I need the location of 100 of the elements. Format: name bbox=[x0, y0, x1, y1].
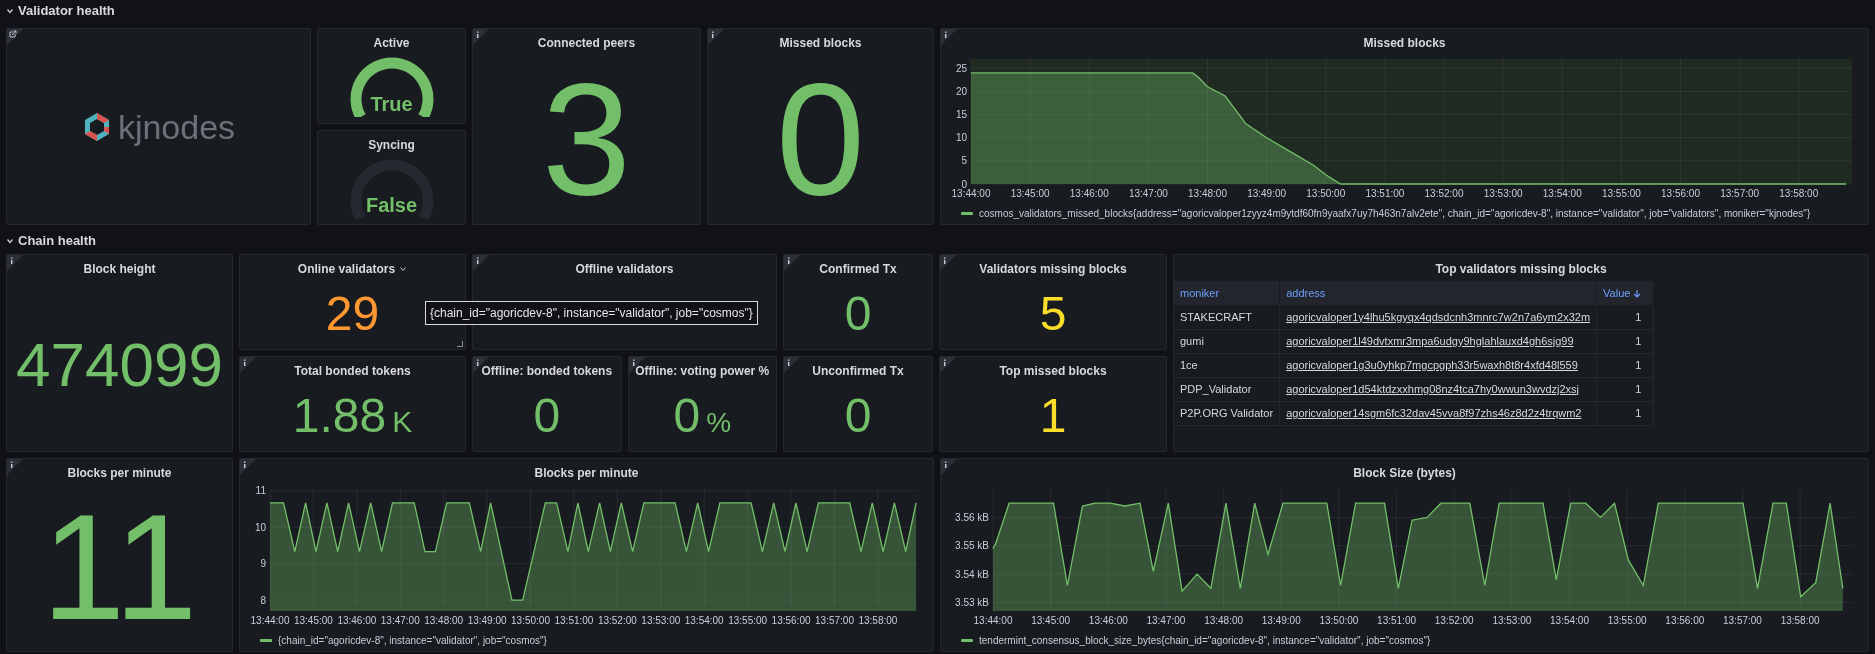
panel-title: Offline: voting power % bbox=[635, 363, 770, 380]
x-tick-label: 13:51:00 bbox=[1377, 615, 1417, 626]
x-tick-label: 13:56:00 bbox=[1665, 615, 1705, 626]
legend-label[interactable]: tendermint_consensus_block_size_bytes{chain_id="agoricdev-8", instance="validator", job="cosmos"} bbox=[979, 632, 1431, 648]
table-cell: PDP_Validator bbox=[1174, 377, 1280, 401]
panel-title: Missed blocks bbox=[1363, 35, 1446, 52]
x-tick-label: 13:52:00 bbox=[1424, 188, 1464, 199]
legend-swatch bbox=[260, 638, 272, 642]
x-tick-label: 13:54:00 bbox=[1550, 615, 1589, 626]
x-tick-label: 13:45:00 bbox=[1031, 615, 1071, 626]
section-title[interactable]: Validator health bbox=[18, 1, 115, 21]
y-tick-label: 8 bbox=[260, 594, 266, 606]
y-tick-label: 0 bbox=[961, 178, 967, 190]
x-tick-label: 13:52:00 bbox=[1434, 615, 1474, 626]
y-tick-label: 10 bbox=[254, 521, 266, 533]
x-tick-label: 13:51:00 bbox=[554, 615, 594, 626]
stat-unit: % bbox=[706, 409, 732, 437]
table-cell: P2P.ORG Validator bbox=[1174, 401, 1280, 425]
x-tick-label: 13:56:00 bbox=[771, 615, 811, 626]
y-tick-label: 3.54 kB bbox=[955, 568, 989, 580]
x-tick-label: 13:58:00 bbox=[858, 615, 898, 626]
stat-value: 1 bbox=[1039, 392, 1067, 440]
x-tick-label: 13:54:00 bbox=[684, 615, 724, 626]
x-tick-label: 13:51:00 bbox=[1365, 188, 1405, 199]
x-tick-label: 13:53:00 bbox=[1492, 615, 1532, 626]
stat-value: 0 bbox=[844, 290, 872, 338]
chevron-icon[interactable] bbox=[6, 237, 14, 245]
stat-value: 5 bbox=[1039, 290, 1067, 338]
section-title[interactable]: Chain health bbox=[18, 231, 96, 251]
x-tick-label: 13:53:00 bbox=[1483, 188, 1523, 199]
x-tick-label: 13:50:00 bbox=[1306, 188, 1346, 199]
x-tick-label: 13:49:00 bbox=[467, 615, 507, 626]
stat-value: 0 bbox=[844, 392, 872, 440]
stat-value: 0 bbox=[533, 392, 561, 440]
chevron-icon[interactable] bbox=[6, 7, 14, 15]
tooltip: {chain_id="agoricdev-8", instance="validator", job="cosmos"} bbox=[425, 301, 758, 325]
x-tick-label: 13:47:00 bbox=[1146, 615, 1186, 626]
table-cell: 1ce bbox=[1174, 353, 1280, 377]
column-header[interactable]: Value bbox=[1596, 281, 1654, 305]
x-tick-label: 13:47:00 bbox=[1128, 188, 1168, 199]
legend-swatch bbox=[961, 638, 973, 642]
x-tick-label: 13:47:00 bbox=[380, 615, 420, 626]
x-tick-label: 13:48:00 bbox=[1204, 615, 1244, 626]
gauge-value: False bbox=[365, 193, 418, 218]
x-tick-label: 13:54:00 bbox=[1542, 188, 1582, 199]
x-tick-label: 13:46:00 bbox=[337, 615, 377, 626]
x-tick-label: 13:53:00 bbox=[641, 615, 681, 626]
y-tick-label: 5 bbox=[961, 155, 967, 167]
address-link[interactable]: agoricvaloper1g3u0yhkp7mgcpgph33r5waxh8t8r4xfd48l559 bbox=[1279, 353, 1597, 377]
y-tick-label: 20 bbox=[955, 85, 967, 97]
x-tick-label: 13:58:00 bbox=[1780, 615, 1820, 626]
x-tick-label: 13:55:00 bbox=[1601, 188, 1641, 199]
y-tick-label: 11 bbox=[255, 485, 266, 497]
table-cell: 1 bbox=[1596, 377, 1654, 401]
panel-title: Top missed blocks bbox=[999, 363, 1107, 380]
y-tick-label: 25 bbox=[955, 62, 967, 74]
table-cell: gumi bbox=[1174, 329, 1280, 353]
panel-title: Missed blocks bbox=[779, 35, 862, 52]
panel-title: Online validators bbox=[297, 261, 396, 278]
address-link[interactable]: agoricvaloper14sgm6fc32dav45vva8f97zhs46z8d2z4trqwm2 bbox=[1279, 401, 1597, 425]
table-cell: 1 bbox=[1596, 329, 1654, 353]
panel-title: Block Size (bytes) bbox=[1353, 465, 1456, 482]
column-header[interactable]: address bbox=[1279, 281, 1597, 305]
panel-title: Offline validators bbox=[575, 261, 674, 278]
x-tick-label: 13:49:00 bbox=[1247, 188, 1287, 199]
address-link[interactable]: agoricvaloper1d54ktdzxxhmg08nz4tca7hy0wwun3wvdzj2xsj bbox=[1279, 377, 1597, 401]
x-tick-label: 13:45:00 bbox=[293, 615, 333, 626]
y-tick-label: 9 bbox=[260, 558, 266, 570]
y-tick-label: 15 bbox=[955, 109, 967, 121]
stat-value: 3 bbox=[542, 58, 631, 219]
y-tick-label: 3.53 kB bbox=[955, 597, 989, 608]
panel-title: Offline: bonded tokens bbox=[481, 363, 613, 380]
panel-title: Confirmed Tx bbox=[819, 261, 897, 278]
x-tick-label: 13:50:00 bbox=[511, 615, 550, 626]
resize-handle-icon[interactable] bbox=[457, 341, 463, 347]
x-tick-label: 13:57:00 bbox=[815, 615, 854, 626]
panel-title: Total bonded tokens bbox=[294, 363, 411, 380]
legend-label[interactable]: cosmos_validators_missed_blocks{address="agoricvaloper1zyyz4m9ytdf60fn9yaafx7uy7h463n7alv2ete", chain_id="agoricdev-8", instance="validator", job="validators", moniker="kjnodes"} bbox=[979, 205, 1811, 221]
x-tick-label: 13:55:00 bbox=[728, 615, 768, 626]
panel-title: Block height bbox=[83, 261, 156, 278]
address-link[interactable]: agoricvaloper1y4lhu5kgyqx4qdsdcnh3mnrc7w2n7a6ym2x32m bbox=[1279, 305, 1597, 329]
x-tick-label: 13:48:00 bbox=[1188, 188, 1227, 199]
panel-title: Active bbox=[373, 35, 410, 52]
x-tick-label: 13:46:00 bbox=[1088, 615, 1128, 626]
stat-unit: K bbox=[392, 407, 413, 437]
column-header[interactable]: moniker bbox=[1174, 281, 1280, 305]
x-tick-label: 13:49:00 bbox=[1261, 615, 1301, 626]
panel-title: Top validators missing blocks bbox=[1435, 261, 1607, 278]
panel-title: Validators missing blocks bbox=[979, 261, 1127, 278]
gauge-value: True bbox=[370, 91, 413, 117]
panel-title: Unconfirmed Tx bbox=[812, 363, 904, 380]
x-tick-label: 13:48:00 bbox=[424, 615, 464, 626]
panel-title: Connected peers bbox=[537, 35, 636, 52]
caret-icon[interactable] bbox=[399, 265, 408, 273]
x-tick-label: 13:44:00 bbox=[951, 188, 991, 199]
legend-label[interactable]: {chain_id="agoricdev-8", instance="validator", job="cosmos"} bbox=[278, 632, 547, 648]
stat-value: 1.88 bbox=[292, 392, 387, 440]
stat-value: 29 bbox=[325, 290, 380, 338]
address-link[interactable]: agoricvaloper1l49dvtxmr3mpa6udgy9hglahlauxd4gh6sjg99 bbox=[1279, 329, 1597, 353]
x-tick-label: 13:46:00 bbox=[1069, 188, 1109, 199]
